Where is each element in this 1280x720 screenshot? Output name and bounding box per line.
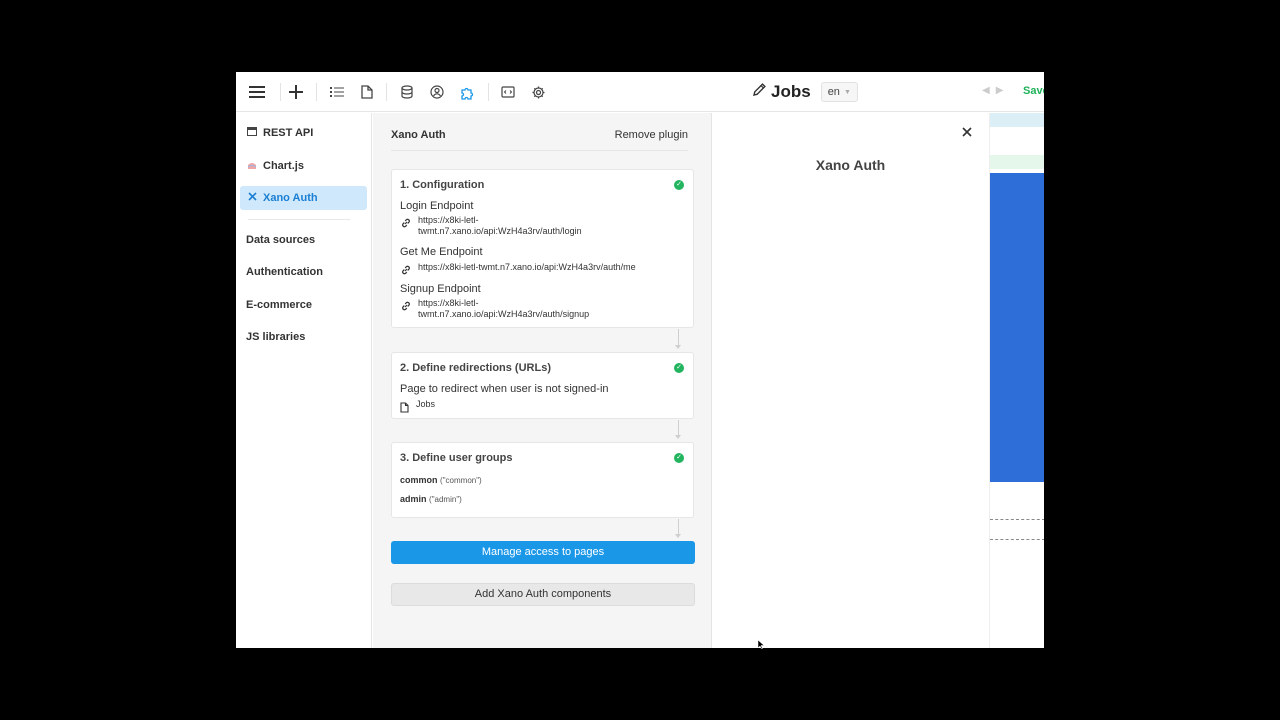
getme-endpoint-row[interactable]: https://x8ki-letl-twmt.n7.xano.io/api:Wz… [400, 262, 688, 275]
rest-api-icon [246, 127, 258, 139]
panel-header: Xano Auth Remove plugin [391, 129, 688, 151]
redirect-label: Page to redirect when user is not signed… [400, 383, 609, 395]
sidebar-item-label: Chart.js [263, 160, 304, 172]
page-title[interactable]: Jobs [771, 82, 811, 102]
flow-connector [678, 420, 679, 436]
flow-connector [678, 329, 679, 346]
redirect-page: Jobs [416, 399, 436, 409]
settings-gear-icon[interactable] [528, 82, 548, 102]
sidebar-link-e-commerce[interactable]: E-commerce [246, 299, 312, 311]
configuration-card[interactable]: 1. Configuration ✓ Login Endpoint https:… [391, 169, 694, 328]
chevron-down-icon: ▼ [843, 88, 851, 96]
user-group-item[interactable]: common ("common") [400, 475, 482, 485]
add-components-button[interactable]: Add Xano Auth components [391, 583, 695, 606]
redirections-card[interactable]: 2. Define redirections (URLs) ✓ Page to … [391, 352, 694, 419]
check-icon: ✓ [674, 363, 684, 373]
card-title: 3. Define user groups [400, 452, 513, 464]
database-icon[interactable] [397, 82, 417, 102]
sidebar-divider [248, 219, 350, 220]
sidebar-item-label: REST API [263, 127, 314, 139]
top-toolbar: Jobs en ▼ ◀▶ Save [236, 72, 1044, 112]
language-select[interactable]: en ▼ [820, 82, 858, 102]
preview-hero-section [990, 173, 1044, 482]
history-arrows[interactable]: ◀▶ [982, 85, 1009, 96]
check-icon: ✓ [674, 180, 684, 190]
plugin-icon[interactable] [457, 82, 477, 102]
preview-block [990, 155, 1044, 169]
close-icon[interactable] [961, 125, 973, 137]
card-title: 2. Define redirections (URLs) [400, 362, 551, 374]
save-button[interactable]: Save [1023, 85, 1044, 97]
getme-endpoint-url: https://x8ki-letl-twmt.n7.xano.io/api:Wz… [418, 262, 636, 272]
link-icon [400, 263, 412, 275]
flow-arrow [675, 345, 681, 349]
language-value: en [827, 86, 840, 98]
sidebar-item-xano-auth[interactable]: Xano Auth [240, 186, 367, 210]
check-icon: ✓ [674, 453, 684, 463]
redirect-page-row[interactable]: Jobs [400, 399, 686, 413]
page-title-group: Jobs en ▼ [752, 80, 858, 104]
sidebar-link-data-sources[interactable]: Data sources [246, 234, 315, 246]
signup-endpoint-row[interactable]: https://x8ki-letl-twmt.n7.xano.io/api:Wz… [400, 298, 628, 320]
group-name: admin [400, 494, 427, 504]
sidebar-link-js-libraries[interactable]: JS libraries [246, 331, 305, 343]
page-icon [400, 400, 410, 413]
preview-block [990, 113, 1044, 127]
flow-arrow [675, 435, 681, 439]
menu-icon[interactable] [247, 82, 267, 102]
list-icon[interactable] [327, 82, 347, 102]
editor-window: Jobs en ▼ ◀▶ Save REST API Chart.js [236, 72, 1044, 648]
remove-plugin-button[interactable]: Remove plugin [615, 129, 688, 141]
link-icon [400, 216, 412, 228]
manage-access-button[interactable]: Manage access to pages [391, 541, 695, 564]
code-icon[interactable] [498, 82, 518, 102]
chartjs-icon [246, 160, 258, 173]
user-group-item[interactable]: admin ("admin") [400, 494, 462, 504]
plugins-sidebar: REST API Chart.js Xano Auth Data sources… [236, 113, 372, 648]
plugin-settings-panel: Xano Auth Remove plugin 1. Configuration… [373, 113, 712, 648]
login-endpoint-url: https://x8ki-letl-twmt.n7.xano.io/api:Wz… [418, 215, 582, 236]
flow-arrow [675, 534, 681, 538]
xano-icon [246, 192, 258, 204]
edit-pencil-icon[interactable] [752, 82, 767, 102]
user-icon[interactable] [427, 82, 447, 102]
page-icon[interactable] [357, 82, 377, 102]
getme-endpoint-label: Get Me Endpoint [400, 246, 483, 258]
detail-panel: Xano Auth [713, 113, 988, 648]
detail-title: Xano Auth [815, 157, 886, 173]
login-endpoint-row[interactable]: https://x8ki-letl-twmt.n7.xano.io/api:Wz… [400, 215, 623, 237]
group-id: ("common") [440, 476, 482, 485]
card-title: 1. Configuration [400, 179, 485, 191]
sidebar-item-label: Xano Auth [263, 192, 318, 204]
sidebar-item-rest-api[interactable]: REST API [240, 121, 367, 145]
login-endpoint-label: Login Endpoint [400, 200, 474, 212]
preview-divider [990, 539, 1044, 540]
preview-divider [990, 519, 1044, 520]
group-id: ("admin") [429, 495, 462, 504]
signup-endpoint-label: Signup Endpoint [400, 283, 481, 295]
flow-connector [678, 519, 679, 535]
mouse-cursor-icon [758, 640, 764, 649]
add-icon[interactable] [286, 82, 306, 102]
user-groups-card[interactable]: 3. Define user groups ✓ common ("common"… [391, 442, 694, 518]
sidebar-item-chartjs[interactable]: Chart.js [240, 154, 367, 178]
canvas-preview[interactable] [989, 113, 1044, 648]
panel-title: Xano Auth [391, 129, 446, 141]
link-icon [400, 299, 412, 311]
signup-endpoint-url: https://x8ki-letl-twmt.n7.xano.io/api:Wz… [418, 298, 590, 319]
sidebar-link-authentication[interactable]: Authentication [246, 266, 323, 278]
group-name: common [400, 475, 438, 485]
